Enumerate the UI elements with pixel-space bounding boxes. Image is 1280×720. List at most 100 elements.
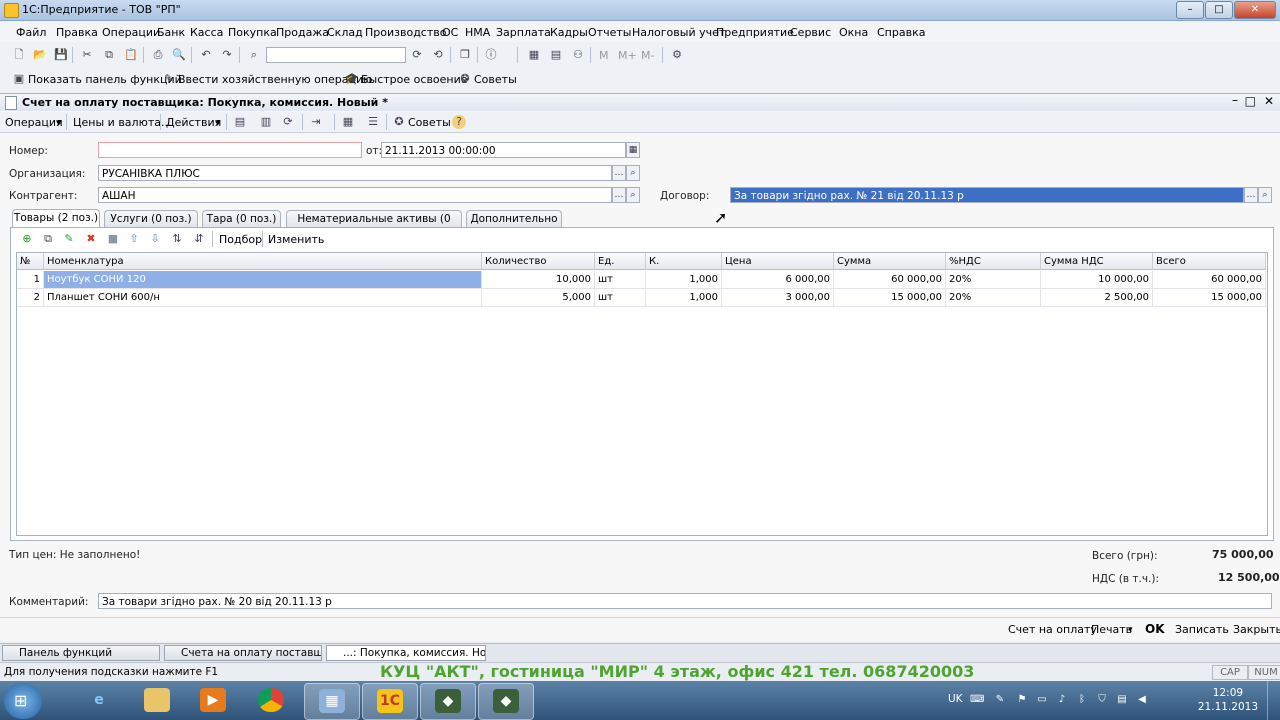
maximize-button[interactable]: □	[1205, 1, 1233, 19]
col-total[interactable]: Всего	[1153, 253, 1266, 270]
menu-windows[interactable]: Окна	[839, 26, 868, 39]
show-desktop-button[interactable]	[1267, 681, 1280, 720]
taskbar-1c[interactable]: 1С	[362, 683, 418, 720]
tab-intangibles[interactable]: Нематериальные активы (0 поз.)	[286, 210, 462, 241]
menu-sale[interactable]: Продажа	[276, 26, 329, 39]
window-tab-current-doc[interactable]: ...: Покупка, комиссия. Нов...	[326, 645, 486, 661]
cell-price[interactable]: 3 000,00	[722, 289, 834, 307]
memory-m-plus[interactable]: M+	[618, 49, 637, 62]
menu-bank[interactable]: Банк	[157, 26, 185, 39]
find-next-icon[interactable]: ⟳	[410, 48, 424, 62]
shield-icon[interactable]: ⛉	[1096, 694, 1108, 706]
end-edit-icon[interactable]: ■	[106, 232, 120, 246]
enter-operation-button[interactable]: Ввести хозяйственную операцию	[178, 73, 372, 86]
cut-icon[interactable]: ✂	[80, 48, 94, 62]
taskbar-app1[interactable]: ◆	[420, 683, 476, 720]
menu-salary[interactable]: Зарплата	[496, 26, 551, 39]
organization-field[interactable]: РУСАНІВКА ПЛЮС	[98, 165, 612, 181]
doc-close-button[interactable]: ✕	[1264, 94, 1274, 108]
menu-production[interactable]: Производство	[365, 26, 446, 39]
col-unit[interactable]: Ед.	[595, 253, 646, 270]
quick-learn-button[interactable]: Быстрое освоение	[361, 73, 468, 86]
cell-vat-rate[interactable]: 20%	[946, 289, 1041, 307]
show-panel-button[interactable]: Показать панель функций	[28, 73, 182, 86]
goods-table[interactable]: № Номенклатура Количество Ед. К. Цена Су…	[16, 252, 1268, 536]
cell-price[interactable]: 6 000,00	[722, 271, 834, 289]
open-icon[interactable]: 📂	[33, 48, 47, 62]
flag-icon[interactable]: ⚑	[1016, 694, 1028, 706]
cell-vat-sum[interactable]: 2 500,00	[1041, 289, 1153, 307]
counterparty-search-icon[interactable]: ⌕	[626, 187, 640, 203]
cell-coef[interactable]: 1,000	[646, 271, 722, 289]
operation-menu[interactable]: Операция	[5, 116, 63, 129]
col-vat-rate[interactable]: %НДС	[946, 253, 1041, 270]
menu-warehouse[interactable]: Склад	[327, 26, 363, 39]
counterparty-field[interactable]: АШАН	[98, 187, 612, 203]
col-sum[interactable]: Сумма	[834, 253, 946, 270]
actions-menu[interactable]: Действия	[166, 116, 221, 129]
based-on-icon[interactable]: ⇥	[309, 115, 323, 129]
cell-sum[interactable]: 60 000,00	[834, 271, 946, 289]
org-select-button[interactable]: …	[612, 165, 626, 181]
start-button[interactable]: ⊞	[4, 683, 42, 719]
sort-desc-icon[interactable]: ⇵	[192, 232, 206, 246]
col-coef[interactable]: К.	[646, 253, 722, 270]
number-field[interactable]	[98, 142, 362, 158]
network-icon[interactable]: ▤	[1116, 694, 1128, 706]
select-button[interactable]: Подбор	[219, 233, 262, 246]
users-icon[interactable]: ⚇	[571, 48, 585, 62]
print-icon[interactable]: ⎙	[151, 48, 165, 62]
change-button[interactable]: Изменить	[268, 233, 324, 246]
help-icon[interactable]: ?	[452, 115, 466, 129]
cell-quantity[interactable]: 10,000	[482, 271, 595, 289]
find-prev-icon[interactable]: ⟲	[431, 48, 445, 62]
copy-row-icon[interactable]: ⧉	[41, 232, 55, 246]
print-button[interactable]: Печать	[1091, 623, 1132, 636]
memory-m-minus[interactable]: M-	[641, 49, 654, 62]
calculator-icon[interactable]: ▤	[549, 48, 563, 62]
minimize-button[interactable]: –	[1176, 1, 1204, 19]
move-up-icon[interactable]: ⇧	[127, 232, 141, 246]
copy-icon[interactable]: ⧉	[102, 48, 116, 62]
col-vat-sum[interactable]: Сумма НДС	[1041, 253, 1153, 270]
save-button[interactable]: Записать	[1175, 623, 1229, 636]
dropdown-arrow-icon[interactable]: ▾	[56, 116, 62, 129]
cell-item[interactable]: Ноутбук СОНИ 120	[44, 271, 482, 289]
menu-tax[interactable]: Налоговый учет	[632, 26, 725, 39]
taskbar-media[interactable]: ▶	[186, 683, 240, 718]
windows-icon[interactable]: ❐	[458, 48, 472, 62]
menu-operations[interactable]: Операции	[102, 26, 160, 39]
search-combo[interactable]	[266, 47, 406, 63]
col-price[interactable]: Цена	[722, 253, 834, 270]
cell-quantity[interactable]: 5,000	[482, 289, 595, 307]
undo-icon[interactable]: ↶	[199, 48, 213, 62]
taskbar-ie[interactable]: e	[72, 683, 126, 718]
refresh-icon[interactable]: ⟳	[281, 115, 295, 129]
cell-item[interactable]: Планшет СОНИ 600/н	[44, 289, 482, 307]
taskbar-app2[interactable]: ◆	[478, 683, 534, 720]
tab-goods[interactable]: Товары (2 поз.)	[12, 209, 100, 227]
speaker-icon[interactable]: ♪	[1056, 694, 1068, 706]
price-type-label[interactable]: Тип цен: Не заполнено!	[9, 549, 140, 561]
menu-enterprise[interactable]: Предприятие	[716, 26, 794, 39]
language-indicator[interactable]: UK	[948, 693, 963, 705]
cell-coef[interactable]: 1,000	[646, 289, 722, 307]
counterparty-select-button[interactable]: …	[612, 187, 626, 203]
document-title-bar[interactable]: Счет на оплату поставщика: Покупка, коми…	[0, 93, 1280, 112]
tool-icon[interactable]: ✎	[994, 694, 1006, 706]
calendar-icon[interactable]: ▦	[527, 48, 541, 62]
doc-tips-button[interactable]: Советы	[408, 116, 451, 129]
date-field[interactable]: 21.11.2013 00:00:00	[381, 142, 626, 158]
dropdown-arrow-icon[interactable]: ▾	[215, 116, 221, 129]
contract-field[interactable]: За товари згідно рах. № 21 від 20.11.13 …	[730, 187, 1244, 203]
find-icon[interactable]: ⌕	[247, 48, 261, 62]
col-quantity[interactable]: Количество	[482, 253, 595, 270]
menu-file[interactable]: Файл	[16, 26, 46, 39]
cell-total[interactable]: 15 000,00	[1153, 289, 1266, 307]
doc-maximize-button[interactable]: □	[1245, 94, 1256, 108]
taskbar-explorer[interactable]	[130, 683, 184, 718]
sort-asc-icon[interactable]: ⇅	[170, 232, 184, 246]
tips-button[interactable]: Советы	[474, 73, 517, 86]
cell-unit[interactable]: шт	[595, 271, 646, 289]
menu-purchase[interactable]: Покупка	[228, 26, 277, 39]
